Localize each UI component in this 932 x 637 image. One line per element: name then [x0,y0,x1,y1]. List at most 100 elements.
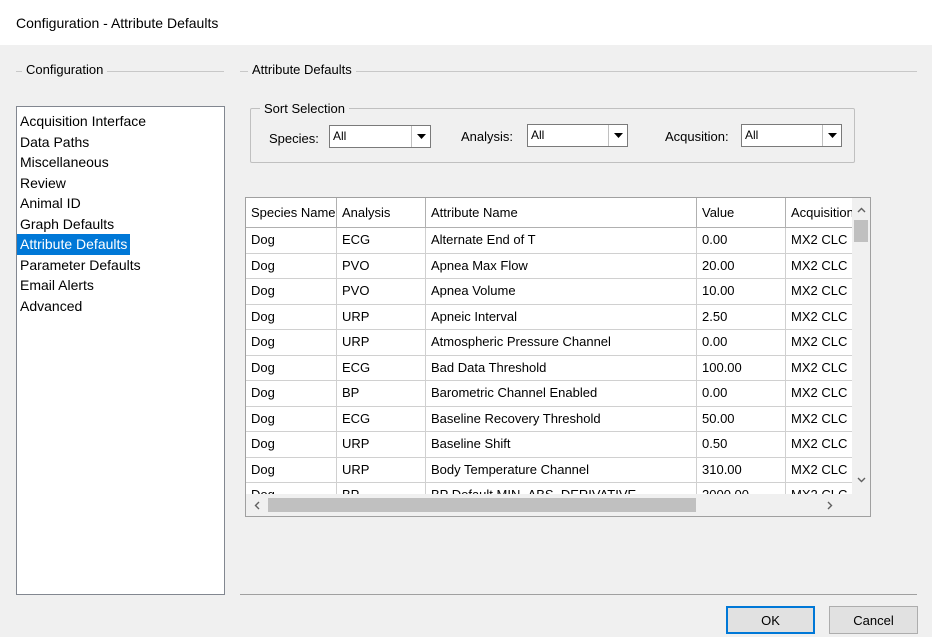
cell-analysis[interactable]: URP [337,432,426,458]
cell-acquisition[interactable]: MX2 CLC [786,305,853,330]
cell-value[interactable]: 10.00 [697,279,786,305]
acquisition-dropdown[interactable]: All [741,124,842,147]
cell-attribute-name[interactable]: Bad Data Threshold [426,355,697,381]
cell-analysis[interactable]: PVO [337,279,426,305]
cell-acquisition[interactable]: MX2 CLC [786,407,853,432]
cell-species[interactable]: Dog [246,406,337,432]
cell-analysis[interactable]: ECG [337,355,426,381]
cell-attribute-name[interactable]: Atmospheric Pressure Channel [426,330,697,356]
chevron-down-icon[interactable] [822,125,841,146]
horizontal-scrollbar[interactable] [246,494,853,516]
cell-analysis[interactable]: PVO [337,253,426,279]
ok-button[interactable]: OK [726,606,815,634]
table-row[interactable]: Dog URP Apneic Interval 2.50 MX2 CLC [246,304,853,330]
cell-analysis[interactable]: BP [337,483,426,494]
cell-value[interactable]: 20.00 [697,253,786,279]
table-row[interactable]: Dog ECG Alternate End of T 0.00 MX2 CLC [246,228,853,254]
table-row[interactable]: DogBPBP Default MIN_ABS_DERIVATIVE2000.0… [246,483,853,494]
cell-species[interactable]: Dog [246,355,337,381]
cell-value[interactable]: 0.00 [697,330,786,356]
cell-value[interactable]: 100.00 [697,355,786,381]
scroll-right-icon[interactable] [821,496,839,514]
table-row[interactable]: Dog ECG Bad Data Threshold 100.00 MX2 CLC [246,355,853,381]
cell-species[interactable]: Dog [246,457,337,483]
nav-item-data-paths[interactable]: Data Paths [17,132,92,153]
scroll-left-icon[interactable] [248,496,266,514]
cell-value[interactable]: 2.50 [697,304,786,330]
chevron-down-icon[interactable] [411,126,430,147]
cell-value[interactable]: 0.50 [697,432,786,458]
horizontal-scroll-thumb[interactable] [268,498,696,512]
cell-attribute-name[interactable]: Apnea Volume [426,279,697,305]
cell-attribute-name[interactable]: Apneic Interval [426,304,697,330]
column-header-acquisition[interactable]: Acquisition [786,198,853,228]
cell-attribute-name[interactable]: Barometric Channel Enabled [426,381,697,407]
column-header-species-name[interactable]: Species Name [246,198,337,228]
nav-item-email-alerts[interactable]: Email Alerts [17,275,97,296]
cell-attribute-name[interactable]: Alternate End of T [426,228,697,254]
cell-species[interactable]: Dog [246,279,337,305]
column-header-analysis[interactable]: Analysis [337,198,426,228]
nav-item-animal-id[interactable]: Animal ID [17,193,84,214]
vertical-scrollbar[interactable] [852,198,870,494]
table-row[interactable]: Dog PVO Apnea Volume 10.00 MX2 CLC [246,279,853,305]
chevron-down-icon[interactable] [608,125,627,146]
cell-acquisition[interactable]: MX2 CLC [786,228,853,254]
cancel-button[interactable]: Cancel [829,606,918,634]
cell-acquisition[interactable]: MX2 CLC [786,254,853,279]
table-row[interactable]: Dog URP Baseline Shift 0.50 MX2 CLC [246,432,853,458]
cell-value[interactable]: 0.00 [697,381,786,407]
scroll-up-icon[interactable] [852,201,870,219]
cell-attribute-name[interactable]: Apnea Max Flow [426,253,697,279]
column-header-value[interactable]: Value [697,198,786,228]
cell-acquisition[interactable]: MX2 CLC [786,381,853,407]
cell-species[interactable]: Dog [246,228,337,254]
cell-analysis[interactable]: BP [337,381,426,407]
analysis-dropdown[interactable]: All [527,124,628,147]
configuration-list[interactable]: Acquisition Interface Data Paths Miscell… [16,106,225,595]
vertical-scroll-thumb[interactable] [854,220,868,242]
column-header-attribute-name[interactable]: Attribute Name [426,198,697,228]
cell-value[interactable]: 2000.00 [697,483,786,494]
cell-analysis[interactable]: ECG [337,228,426,254]
cell-analysis[interactable]: URP [337,304,426,330]
nav-item-attribute-defaults[interactable]: Attribute Defaults [17,234,131,255]
nav-item-acquisition-interface[interactable]: Acquisition Interface [17,111,149,132]
cell-attribute-name[interactable]: Baseline Shift [426,432,697,458]
table-row[interactable]: Dog PVO Apnea Max Flow 20.00 MX2 CLC [246,253,853,279]
nav-item-parameter-defaults[interactable]: Parameter Defaults [17,255,144,276]
scroll-down-icon[interactable] [852,471,870,489]
nav-item-miscellaneous[interactable]: Miscellaneous [17,152,112,173]
table-row[interactable]: Dog URP Atmospheric Pressure Channel 0.00 MX… [246,330,853,356]
table-row[interactable]: Dog URP Body Temperature Channel 310.00 MX2 … [246,457,853,483]
cell-attribute-name[interactable]: Baseline Recovery Threshold [426,406,697,432]
nav-item-review[interactable]: Review [17,173,69,194]
cell-acquisition[interactable]: MX2 CLC [786,483,853,494]
cell-species[interactable]: Dog [246,483,337,494]
cell-species[interactable]: Dog [246,432,337,458]
cell-acquisition[interactable]: MX2 CLC [786,279,853,305]
cell-species[interactable]: Dog [246,253,337,279]
cell-analysis[interactable]: URP [337,330,426,356]
cell-value[interactable]: 0.00 [697,228,786,254]
cell-value[interactable]: 310.00 [697,457,786,483]
cell-value[interactable]: 50.00 [697,406,786,432]
cell-analysis[interactable]: ECG [337,406,426,432]
cell-acquisition[interactable]: MX2 CLC [786,356,853,381]
cell-acquisition[interactable]: MX2 CLC [786,432,853,458]
cell-species[interactable]: Dog [246,304,337,330]
cell-attribute-name[interactable]: BP Default MIN_ABS_DERIVATIVE [426,483,697,494]
cell-species[interactable]: Dog [246,381,337,407]
analysis-label: Analysis: [461,129,514,144]
cell-acquisition[interactable]: MX2 CLC [786,330,853,356]
species-dropdown[interactable]: All [329,125,431,148]
cell-species[interactable]: Dog [246,330,337,356]
nav-item-graph-defaults[interactable]: Graph Defaults [17,214,117,235]
cell-acquisition[interactable]: MX2 CLC [786,458,853,483]
cell-attribute-name[interactable]: Body Temperature Channel [426,457,697,483]
table-row[interactable]: Dog ECG Baseline Recovery Threshold 50.00 MX… [246,406,853,432]
nav-item-advanced[interactable]: Advanced [17,296,85,317]
cell-analysis[interactable]: URP [337,457,426,483]
table-row[interactable]: Dog BP Barometric Channel Enabled 0.00 MX2 C… [246,381,853,407]
attributes-table[interactable]: Species Name Analysis Attribute Name Val… [245,197,871,517]
